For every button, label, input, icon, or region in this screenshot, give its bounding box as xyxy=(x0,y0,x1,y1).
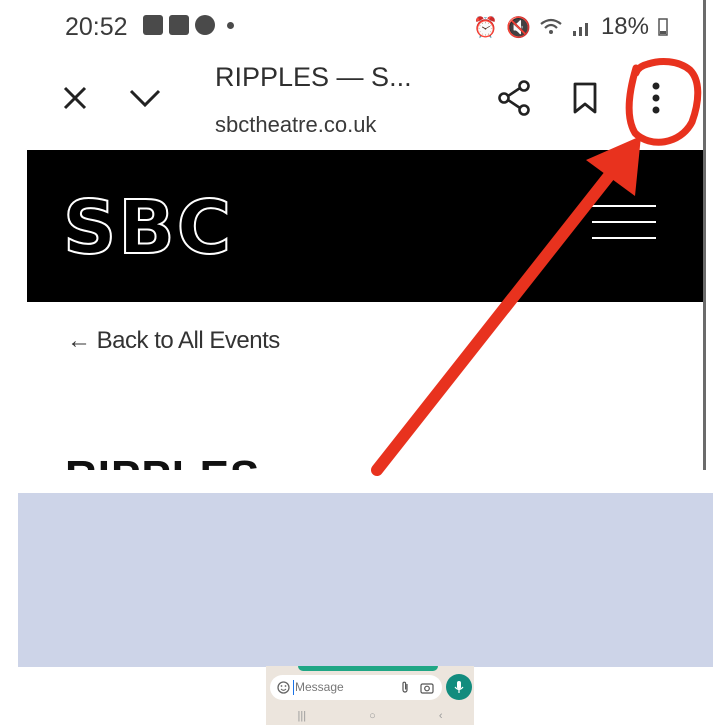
attach-icon[interactable] xyxy=(400,681,410,694)
mute-icon: 🔇 xyxy=(506,16,531,39)
screenshot-edge xyxy=(703,0,706,470)
alarm-icon: ⏰ xyxy=(473,16,499,39)
signal-icon xyxy=(572,23,588,36)
close-tab-button[interactable] xyxy=(57,80,93,116)
status-bar: 20:52 ⏰ 🔇 18% xyxy=(27,0,705,58)
back-nav-icon[interactable]: ‹ xyxy=(439,710,443,722)
voice-message-button[interactable] xyxy=(446,674,472,700)
alert-icon xyxy=(195,15,215,35)
camera-icon[interactable] xyxy=(420,681,434,694)
event-heading: RIPPLES xyxy=(65,452,260,470)
bookmark-icon xyxy=(573,82,597,114)
microphone-icon xyxy=(454,681,464,693)
page-url[interactable]: sbctheatre.co.uk xyxy=(215,112,376,138)
system-icons: ⏰ 🔇 18% xyxy=(473,13,669,41)
hamburger-line xyxy=(592,205,656,207)
more-notifications-dot xyxy=(227,21,234,29)
site-logo[interactable]: SBC xyxy=(62,184,233,272)
battery-icon xyxy=(658,18,668,36)
recents-nav-icon[interactable]: ||| xyxy=(298,710,307,722)
browser-screenshot: 20:52 ⏰ 🔇 18% RIPPLES — S... sbctheatre.… xyxy=(27,0,705,470)
status-time: 20:52 xyxy=(65,13,128,41)
app-notification-icon xyxy=(169,15,189,35)
site-menu-button[interactable] xyxy=(592,205,656,247)
hamburger-line xyxy=(592,237,656,239)
page-title: RIPPLES — S... xyxy=(215,62,412,92)
battery-percent: 18% xyxy=(600,13,649,40)
blank-panel xyxy=(18,493,713,667)
gallery-icon xyxy=(143,15,163,35)
emoji-icon[interactable] xyxy=(277,681,290,694)
notification-icons xyxy=(143,15,234,35)
close-icon xyxy=(63,86,87,110)
chevron-down-icon xyxy=(129,89,161,108)
chat-compose-area: Message ||| ○ ‹ xyxy=(266,666,474,725)
system-nav-bar: ||| ○ ‹ xyxy=(266,707,474,725)
hamburger-line xyxy=(592,221,656,223)
message-placeholder: Message xyxy=(295,680,344,694)
bookmark-button[interactable] xyxy=(567,78,603,118)
more-vertical-icon xyxy=(652,82,660,114)
share-button[interactable] xyxy=(495,78,533,118)
site-header: SBC xyxy=(27,150,705,302)
message-compose-field[interactable]: Message xyxy=(270,675,442,700)
back-to-events-link[interactable]: ← Back to All Events xyxy=(67,327,280,355)
share-icon xyxy=(498,80,530,116)
message-bubble xyxy=(298,666,438,671)
minimize-button[interactable] xyxy=(125,80,165,116)
text-cursor xyxy=(293,680,294,695)
home-nav-icon[interactable]: ○ xyxy=(369,710,376,722)
more-options-button[interactable] xyxy=(639,76,673,120)
wifi-icon xyxy=(540,18,562,34)
